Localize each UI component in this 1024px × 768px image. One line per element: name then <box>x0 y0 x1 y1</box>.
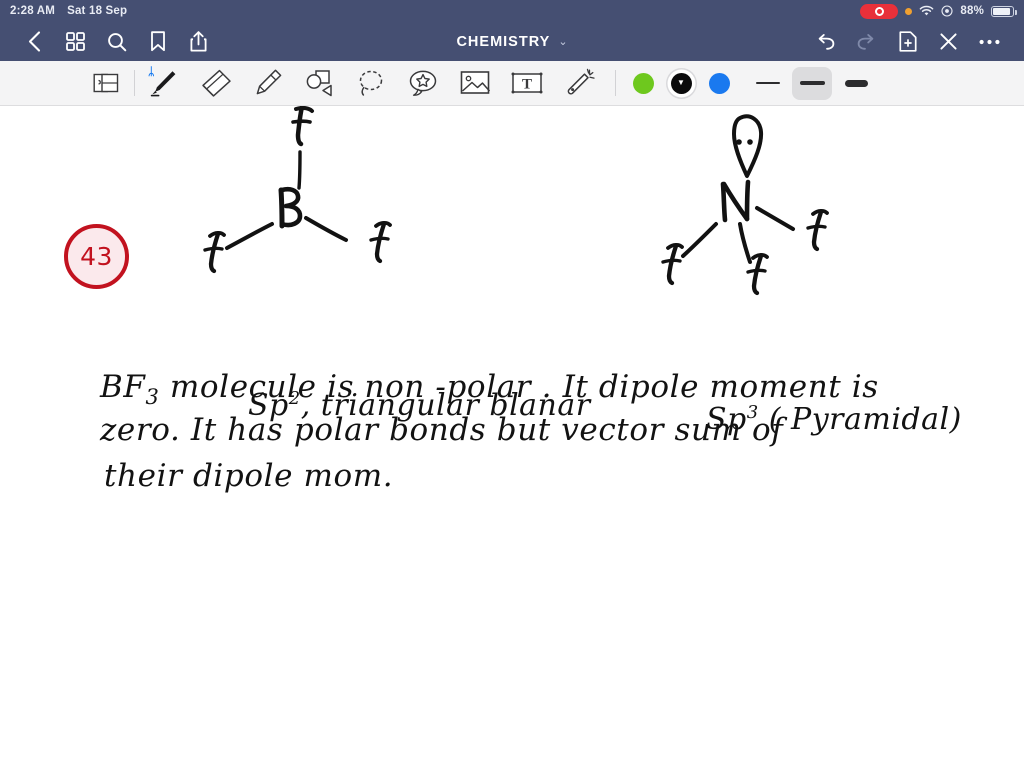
search-button[interactable] <box>96 25 137 59</box>
status-bar-right: 88% <box>860 3 1017 19</box>
star-bubble-icon <box>409 70 437 96</box>
control-center-icon <box>941 5 953 17</box>
magic-wand-tool[interactable] <box>553 61 605 106</box>
magic-wand-icon <box>567 68 595 95</box>
stroke-width-thin[interactable] <box>746 61 790 106</box>
answer-line-1-post: molecule is non -polar . It dipole momen… <box>159 369 879 405</box>
chevron-down-icon: ⌄ <box>558 36 568 48</box>
redo-button[interactable] <box>846 25 887 59</box>
page-title: CHEMISTRY <box>456 33 551 50</box>
answer-line-1-sub: 3 <box>145 385 160 410</box>
toolbar-divider-colors <box>615 70 616 96</box>
color-swatch-black[interactable]: ▼ <box>662 61 700 106</box>
answer-line-1: BF3 molecule is non -polar . It dipole m… <box>100 369 879 409</box>
sticker-tool[interactable] <box>397 61 449 106</box>
eraser-icon <box>202 69 231 97</box>
svg-text:T: T <box>522 77 532 93</box>
status-bar: 2:28 AM Sat 18 Sep 88% <box>0 0 1024 22</box>
answer-line-3: their dipole mom. <box>104 458 394 494</box>
redo-icon <box>857 33 874 50</box>
screen-record-indicator-icon <box>860 3 899 19</box>
add-page-icon <box>898 31 917 52</box>
status-time: 2:28 AM <box>10 5 56 17</box>
bluetooth-icon: ᛦ <box>148 65 155 78</box>
shapes-tool[interactable] <box>293 61 345 106</box>
text-box-icon: T <box>511 72 543 94</box>
answer-line-2: zero. It has polar bonds but vector sum … <box>100 412 784 448</box>
back-button[interactable] <box>14 25 55 59</box>
more-button[interactable] <box>969 25 1010 59</box>
close-button[interactable] <box>928 25 969 59</box>
grid-icon <box>66 32 85 51</box>
highlighter-icon <box>256 69 282 95</box>
highlighter-tool[interactable] <box>241 61 293 106</box>
share-button[interactable] <box>178 25 219 59</box>
pen-tool[interactable]: ᛦ <box>137 61 189 106</box>
image-icon <box>460 71 491 94</box>
grid-view-button[interactable] <box>55 25 96 59</box>
navigation-left-group <box>14 25 219 59</box>
bookmark-icon <box>150 31 165 52</box>
status-date: Sat 18 Sep <box>67 5 128 17</box>
add-page-button[interactable] <box>887 25 928 59</box>
close-icon <box>940 33 957 50</box>
color-swatch-blue[interactable] <box>700 61 738 106</box>
shapes-icon <box>306 70 332 97</box>
battery-percent: 88% <box>960 5 984 17</box>
undo-button[interactable] <box>805 25 846 59</box>
nf3-lewis-structure <box>661 114 829 296</box>
lasso-tool[interactable] <box>345 61 397 106</box>
stroke-width-thick[interactable] <box>834 61 878 106</box>
more-icon <box>979 39 1000 44</box>
bookmark-button[interactable] <box>137 25 178 59</box>
navigation-bar: CHEMISTRY ⌄ <box>0 22 1024 61</box>
toolbar-divider <box>134 70 135 96</box>
note-canvas[interactable]: 43 Sp2, triangular blanar Sp3 (Pyramida… <box>0 106 1024 768</box>
status-bar-left: 2:28 AM Sat 18 Sep <box>10 5 127 17</box>
search-icon <box>107 32 126 51</box>
page-layers-tool[interactable] <box>80 61 132 106</box>
orange-dot-icon <box>905 7 913 15</box>
battery-icon <box>991 5 1017 17</box>
wifi-icon <box>920 5 934 16</box>
ipad-notes-app: 2:28 AM Sat 18 Sep 88% CHEMISTRY ⌄ ᛦ T ▼… <box>0 0 1024 768</box>
text-tool[interactable]: T <box>501 61 553 106</box>
drawing-toolbar: ᛦ T ▼ <box>0 61 1024 106</box>
stroke-width-medium[interactable] <box>790 61 834 106</box>
page-layers-icon <box>93 73 119 92</box>
image-tool[interactable] <box>449 61 501 106</box>
undo-icon <box>818 33 835 50</box>
lasso-icon <box>359 70 383 96</box>
share-icon <box>190 31 207 52</box>
eraser-tool[interactable] <box>189 61 241 106</box>
bf3-lewis-structure <box>203 106 392 274</box>
chevron-down-icon: ▼ <box>677 78 685 87</box>
answer-line-1-pre: BF <box>100 369 146 405</box>
navigation-right-group <box>805 25 1010 59</box>
color-swatch-green[interactable] <box>624 61 662 106</box>
